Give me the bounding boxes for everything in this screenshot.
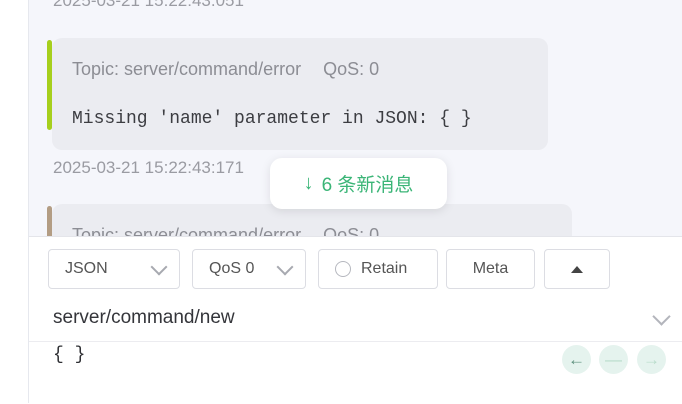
collapse-button[interactable] [544, 249, 610, 289]
retain-radio[interactable] [335, 261, 351, 277]
divider [29, 341, 682, 342]
message-color-bar [47, 40, 52, 130]
minus-icon: — [605, 349, 622, 369]
publish-composer: JSON QoS 0 Retain Meta server/command/ne… [29, 236, 682, 404]
left-rail [0, 0, 29, 403]
chevron-down-icon[interactable] [652, 307, 671, 326]
retain-label: Retain [361, 260, 408, 277]
message-timestamp: 2025-03-21 15:22:43:171 [53, 158, 244, 177]
message-timestamp: 2025-03-21 15:22:43.051 [53, 0, 244, 10]
payload-format-select[interactable]: JSON [48, 249, 180, 289]
payload-editor[interactable]: { } [53, 345, 85, 365]
message-payload: Missing 'name' parameter in JSON: { } [72, 109, 472, 129]
qos-value: QoS 0 [209, 260, 255, 277]
new-messages-label: 6 条新消息 [321, 175, 414, 196]
arrow-down-icon: ↓ [303, 172, 314, 194]
new-messages-button[interactable]: ↓ 6 条新消息 [270, 158, 447, 209]
message-topic: Topic: server/command/error [72, 225, 302, 236]
next-payload-button[interactable]: → [637, 345, 666, 374]
message-qos: QoS: 0 [323, 59, 380, 79]
meta-button[interactable]: Meta [446, 249, 535, 289]
chevron-down-icon [276, 258, 294, 276]
clear-history-button[interactable]: — [599, 345, 628, 374]
message-color-bar [47, 206, 52, 236]
qos-select[interactable]: QoS 0 [192, 249, 306, 289]
topic-input[interactable]: server/command/new [53, 307, 235, 329]
payload-format-value: JSON [65, 260, 108, 277]
message-meta: Topic: server/command/error QoS: 0 [72, 59, 379, 80]
arrow-right-icon: → [643, 349, 660, 369]
retain-toggle[interactable]: Retain [318, 249, 438, 289]
message-bubble[interactable]: Topic: server/command/error QoS: 0 Missin… [47, 38, 548, 150]
previous-payload-button[interactable]: ← [562, 345, 591, 374]
caret-up-icon [571, 265, 583, 273]
arrow-left-icon: ← [568, 349, 585, 369]
message-topic: Topic: server/command/error [72, 59, 302, 79]
message-qos: QoS: 0 [323, 225, 380, 236]
chevron-down-icon [150, 258, 168, 276]
message-meta: Topic: server/command/error QoS: 0 [72, 225, 379, 236]
meta-label: Meta [472, 260, 509, 277]
